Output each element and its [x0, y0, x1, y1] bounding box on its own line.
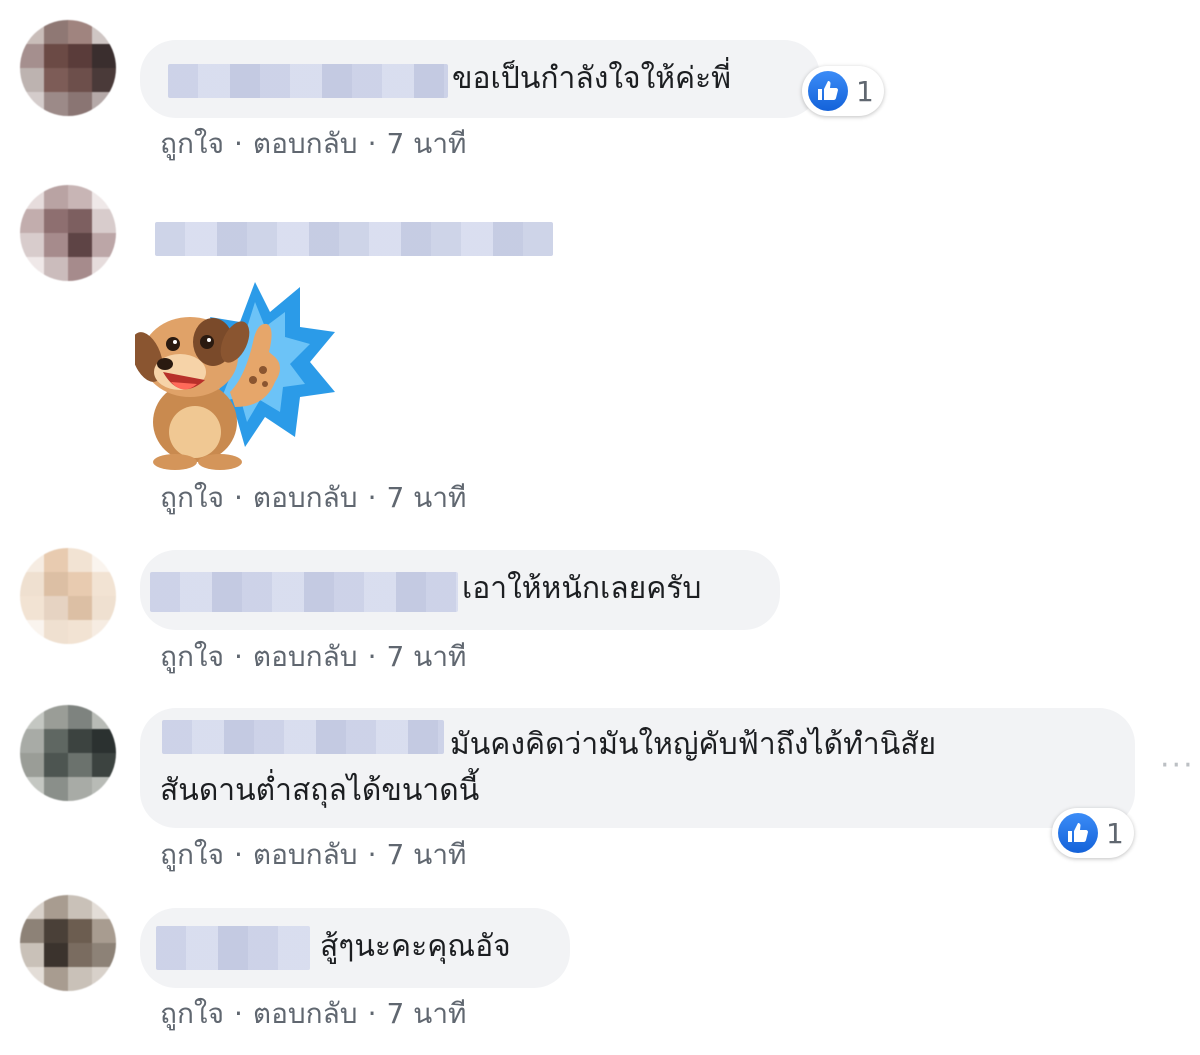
- separator: ·: [233, 481, 243, 514]
- author-name-blurred[interactable]: [155, 222, 553, 256]
- comment-bubble: เอาให้หนักเลยครับ: [140, 550, 780, 630]
- comment-bubble: มันคงคิดว่ามันใหญ่คับฟ้าถึงได้ทำนิสัย สั…: [140, 708, 1135, 828]
- reaction-count: 1: [856, 74, 874, 108]
- comment-text-line-2: สันดานต่ำสถุลได้ขนาดนี้: [160, 773, 480, 808]
- separator: ·: [233, 640, 243, 673]
- reaction-badge[interactable]: 1: [802, 66, 884, 116]
- like-link[interactable]: ถูกใจ: [160, 635, 224, 679]
- author-name-blurred[interactable]: [162, 720, 444, 754]
- separator: ·: [367, 640, 377, 673]
- separator: ·: [233, 997, 243, 1030]
- like-link[interactable]: ถูกใจ: [160, 476, 224, 520]
- author-name-blurred[interactable]: [168, 64, 448, 98]
- comment-bubble: ขอเป็นกำลังใจให้ค่ะพี่: [140, 40, 820, 118]
- reply-link[interactable]: ตอบกลับ: [253, 476, 358, 520]
- like-thumb-icon: [808, 71, 848, 111]
- avatar[interactable]: [20, 185, 116, 281]
- author-name-blurred[interactable]: [156, 926, 310, 970]
- like-thumb-icon: [1058, 813, 1098, 853]
- avatar[interactable]: [20, 705, 116, 801]
- puppy-thumbs-up-sticker: [135, 282, 335, 470]
- reply-link[interactable]: ตอบกลับ: [253, 992, 358, 1036]
- separator: ·: [233, 838, 243, 871]
- avatar[interactable]: [20, 548, 116, 644]
- reply-link[interactable]: ตอบกลับ: [253, 122, 358, 166]
- separator: ·: [367, 997, 377, 1030]
- timestamp[interactable]: 7 นาที: [386, 833, 466, 877]
- comment-text-line-1: มันคงคิดว่ามันใหญ่คับฟ้าถึงได้ทำนิสัย: [450, 727, 937, 762]
- timestamp[interactable]: 7 นาที: [386, 476, 466, 520]
- like-link[interactable]: ถูกใจ: [160, 833, 224, 877]
- avatar[interactable]: [20, 895, 116, 991]
- timestamp[interactable]: 7 นาที: [386, 122, 466, 166]
- reply-link[interactable]: ตอบกลับ: [253, 833, 358, 877]
- comment-text: ขอเป็นกำลังใจให้ค่ะพี่: [452, 61, 731, 96]
- comment-text: สู้ๆนะคะคุณอัจ: [320, 929, 511, 964]
- separator: ·: [367, 481, 377, 514]
- separator: ·: [367, 838, 377, 871]
- comment-actions: ถูกใจ · ตอบกลับ · 7 นาที: [160, 635, 467, 679]
- comment-actions: ถูกใจ · ตอบกลับ · 7 นาที: [160, 476, 467, 520]
- author-name-blurred[interactable]: [150, 572, 458, 612]
- like-link[interactable]: ถูกใจ: [160, 992, 224, 1036]
- timestamp[interactable]: 7 นาที: [386, 992, 466, 1036]
- more-options-icon[interactable]: ···: [1160, 748, 1195, 783]
- comment-actions: ถูกใจ · ตอบกลับ · 7 นาที: [160, 833, 467, 877]
- like-link[interactable]: ถูกใจ: [160, 122, 224, 166]
- reply-link[interactable]: ตอบกลับ: [253, 635, 358, 679]
- comment-actions: ถูกใจ · ตอบกลับ · 7 นาที: [160, 122, 467, 166]
- separator: ·: [233, 127, 243, 160]
- avatar[interactable]: [20, 20, 116, 116]
- reaction-badge[interactable]: 1: [1052, 808, 1134, 858]
- separator: ·: [367, 127, 377, 160]
- reaction-count: 1: [1106, 816, 1124, 850]
- comment-actions: ถูกใจ · ตอบกลับ · 7 นาที: [160, 992, 467, 1036]
- comment-bubble: สู้ๆนะคะคุณอัจ: [140, 908, 570, 988]
- comment-text: เอาให้หนักเลยครับ: [462, 571, 702, 606]
- timestamp[interactable]: 7 นาที: [386, 635, 466, 679]
